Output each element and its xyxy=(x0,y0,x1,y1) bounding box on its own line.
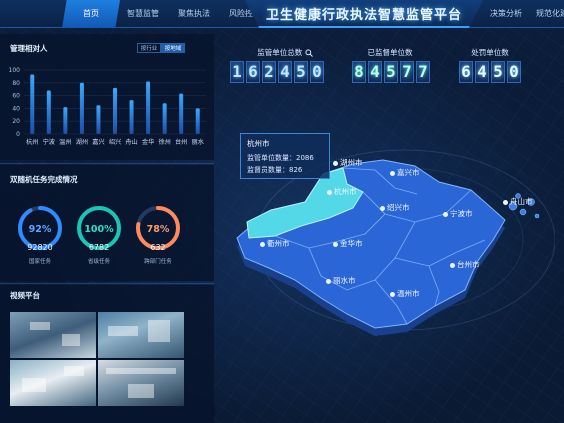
counter-digit: 7 xyxy=(400,61,414,83)
ring-value-provincial: 6782 xyxy=(88,243,110,252)
panel-title-video: 视频平台 xyxy=(10,291,40,300)
bar-10[interactable] xyxy=(195,108,200,134)
counter-digit: 7 xyxy=(416,61,430,83)
x-tick-label: 金华 xyxy=(142,138,154,146)
bar-6[interactable] xyxy=(129,100,134,134)
counter-digit: 5 xyxy=(294,61,308,83)
tooltip-row-inspectors: 监督员数量：826 xyxy=(247,166,303,174)
video-feed-2[interactable] xyxy=(98,312,184,358)
counter-digit: 5 xyxy=(491,61,505,83)
stat-label-supervised-units: 已监督单位数 xyxy=(367,48,413,57)
map-label-jiaxing[interactable]: 嘉兴市 xyxy=(390,167,420,178)
ring-percent-national: 92% xyxy=(28,224,52,235)
bar-1[interactable] xyxy=(46,90,51,134)
nav-home[interactable]: 首页 xyxy=(62,0,120,28)
panel-title-managed: 管理相对人 xyxy=(10,44,48,53)
x-tick-label: 杭州 xyxy=(26,138,38,146)
bar-0[interactable] xyxy=(30,74,35,134)
bar-2[interactable] xyxy=(63,107,68,134)
ring-caption-national: 国家任务 xyxy=(28,259,51,265)
bar-8[interactable] xyxy=(162,103,167,134)
bar-5[interactable] xyxy=(113,87,117,134)
x-tick-label: 丽水 xyxy=(192,138,205,146)
counter-digit: 1 xyxy=(230,61,244,83)
map-label-zhoushan[interactable]: 舟山市 xyxy=(503,196,533,207)
tooltip-city: 杭州市 xyxy=(247,139,270,148)
tab-by-region[interactable]: 按地域 xyxy=(161,43,185,53)
counter-digit: 0 xyxy=(507,61,521,83)
nav-smart-supervision[interactable]: 智慧监管 xyxy=(118,0,168,28)
y-tick-label: 40 xyxy=(12,105,20,112)
x-tick-label: 舟山 xyxy=(125,138,137,146)
y-tick-label: 0 xyxy=(16,131,20,138)
counter-digit: 8 xyxy=(352,61,366,83)
ring-value-national: 92820 xyxy=(27,243,53,252)
counter-digit: 4 xyxy=(475,61,489,83)
x-tick-label: 徐州 xyxy=(158,138,170,146)
video-feed-1[interactable] xyxy=(10,312,96,358)
nav-focus-enforcement[interactable]: 聚焦执法 xyxy=(168,0,220,28)
ring-caption-cross: 跨部门任务 xyxy=(144,259,172,265)
map-label-hangzhou[interactable]: 杭州市 xyxy=(327,186,357,197)
map-label-lishui[interactable]: 丽水市 xyxy=(326,275,356,286)
map-label-taizhou[interactable]: 台州市 xyxy=(450,259,480,270)
counter-digit: 6 xyxy=(459,61,473,83)
nav-decision-analysis[interactable]: 决策分析 xyxy=(484,0,528,28)
ring-value-cross: 632 xyxy=(150,243,166,252)
ring-percent-cross: 78% xyxy=(146,224,170,235)
x-tick-label: 宁波 xyxy=(43,138,55,146)
y-tick-label: 80 xyxy=(12,80,20,87)
x-tick-label: 温州 xyxy=(59,138,71,146)
counter-digit: 4 xyxy=(278,61,292,83)
ring-percent-provincial: 100% xyxy=(84,224,114,235)
y-tick-label: 100 xyxy=(9,67,21,74)
map-label-shaoxing[interactable]: 绍兴市 xyxy=(380,202,410,213)
panel-title-tasks: 双随机任务完成情况 xyxy=(10,175,78,184)
nav-standardization[interactable]: 规范化建 xyxy=(530,0,564,28)
stat-label-penalized-units: 处罚单位数 xyxy=(471,48,509,57)
stat-label-total-units: 监管单位总数 xyxy=(245,47,325,58)
bar-4[interactable] xyxy=(96,105,101,134)
map-label-quzhou[interactable]: 衢州市 xyxy=(260,238,290,249)
search-icon[interactable] xyxy=(305,49,313,57)
bar-9[interactable] xyxy=(179,93,184,134)
x-tick-label: 台州 xyxy=(175,138,187,146)
counter-digit: 5 xyxy=(384,61,398,83)
divider xyxy=(0,163,214,164)
x-tick-label: 嘉兴 xyxy=(92,138,104,146)
tab-by-industry[interactable]: 按行业 xyxy=(137,43,161,53)
ring-caption-provincial: 省级任务 xyxy=(87,259,110,265)
x-tick-label: 绍兴 xyxy=(109,138,121,146)
counter-digit: 0 xyxy=(310,61,324,83)
video-feed-4[interactable] xyxy=(98,360,184,406)
map-tooltip: 杭州市 监管单位数量：2086 监督员数量：826 xyxy=(240,133,330,179)
y-tick-label: 20 xyxy=(12,118,20,125)
counter-digit: 6 xyxy=(246,61,260,83)
x-tick-label: 湖州 xyxy=(76,138,88,146)
bar-chart-managed-entities: 0 20 40 60 80 100 杭州 宁波 温州 湖州 嘉兴 绍兴 舟山 金华 徐州 台州 丽水 xyxy=(9,67,206,146)
bar-7[interactable] xyxy=(146,81,151,134)
counter-digit: 2 xyxy=(262,61,276,83)
page-title: 卫生健康行政执法智慧监管平台 xyxy=(265,8,462,23)
map-label-wenzhou[interactable]: 温州市 xyxy=(390,288,420,299)
map-label-huzhou[interactable]: 湖州市 xyxy=(333,157,363,168)
y-tick-label: 60 xyxy=(12,93,20,100)
map-label-ningbo[interactable]: 宁波市 xyxy=(443,208,473,219)
map-label-jinhua[interactable]: 金华市 xyxy=(333,238,363,249)
counter-digit: 4 xyxy=(368,61,382,83)
bar-3[interactable] xyxy=(79,82,84,134)
video-feed-3[interactable] xyxy=(10,360,96,406)
divider xyxy=(0,283,214,284)
tooltip-row-units: 监管单位数量：2086 xyxy=(247,154,314,162)
